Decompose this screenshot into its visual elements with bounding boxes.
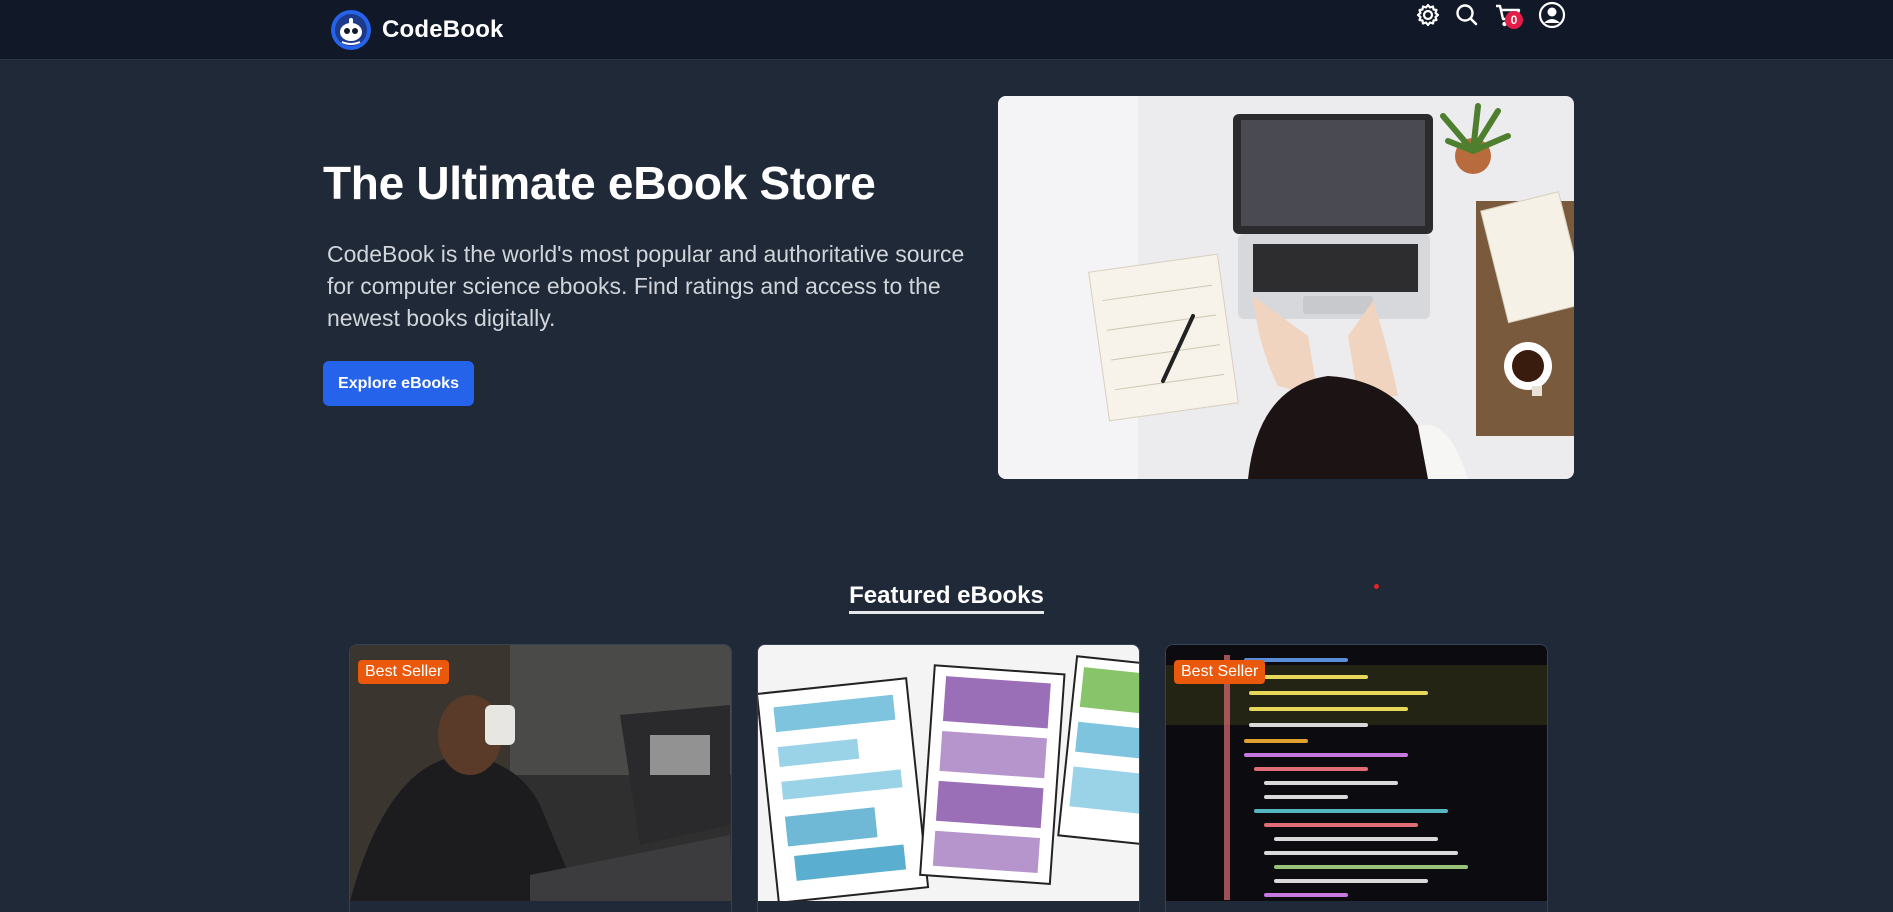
- best-seller-badge: Best Seller: [1174, 660, 1266, 684]
- user-icon[interactable]: [1537, 0, 1567, 30]
- hero-title: The Ultimate eBook Store: [323, 157, 876, 209]
- explore-ebooks-button[interactable]: Explore eBooks: [323, 361, 474, 406]
- card-body: [350, 901, 731, 912]
- search-icon[interactable]: [1452, 0, 1482, 30]
- featured-card[interactable]: [757, 644, 1140, 912]
- hero-description: CodeBook is the world's most popular and…: [327, 241, 965, 331]
- best-seller-badge: Best Seller: [358, 660, 450, 684]
- navbar: CodeBook: [0, 0, 1893, 60]
- card-image: [758, 645, 1139, 901]
- featured-title-text: Featured eBooks: [849, 582, 1044, 614]
- logo-icon: [331, 10, 371, 50]
- featured-card[interactable]: Best Seller: [349, 644, 732, 912]
- featured-card[interactable]: Best Seller: [1165, 644, 1548, 912]
- brand-name: CodeBook: [382, 16, 504, 43]
- featured-title: Featured eBooks: [0, 582, 1893, 614]
- cart-count-badge: 0: [1505, 11, 1523, 29]
- brand-link[interactable]: CodeBook: [330, 9, 504, 51]
- gear-icon[interactable]: [1413, 0, 1443, 30]
- red-dot: [1374, 584, 1379, 589]
- hero-image: [998, 96, 1574, 479]
- card-body: [1166, 901, 1547, 912]
- card-body: [758, 901, 1139, 912]
